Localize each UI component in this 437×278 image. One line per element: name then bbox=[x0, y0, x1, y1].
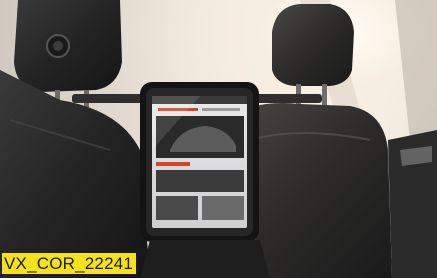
photo-code-label: VX_COR_22241 bbox=[2, 253, 137, 274]
right-headrest bbox=[272, 4, 354, 86]
seat-lower-shadow bbox=[140, 240, 270, 278]
speaker-center bbox=[53, 41, 63, 51]
photo-illustration bbox=[0, 0, 437, 278]
car-headrest-tablet-photo: VX_COR_22241 bbox=[0, 0, 437, 278]
site-nav bbox=[202, 108, 240, 111]
content-block bbox=[156, 170, 244, 192]
promo-banner bbox=[156, 162, 190, 166]
content-tile-left bbox=[156, 196, 198, 220]
content-tile-right bbox=[202, 196, 244, 220]
